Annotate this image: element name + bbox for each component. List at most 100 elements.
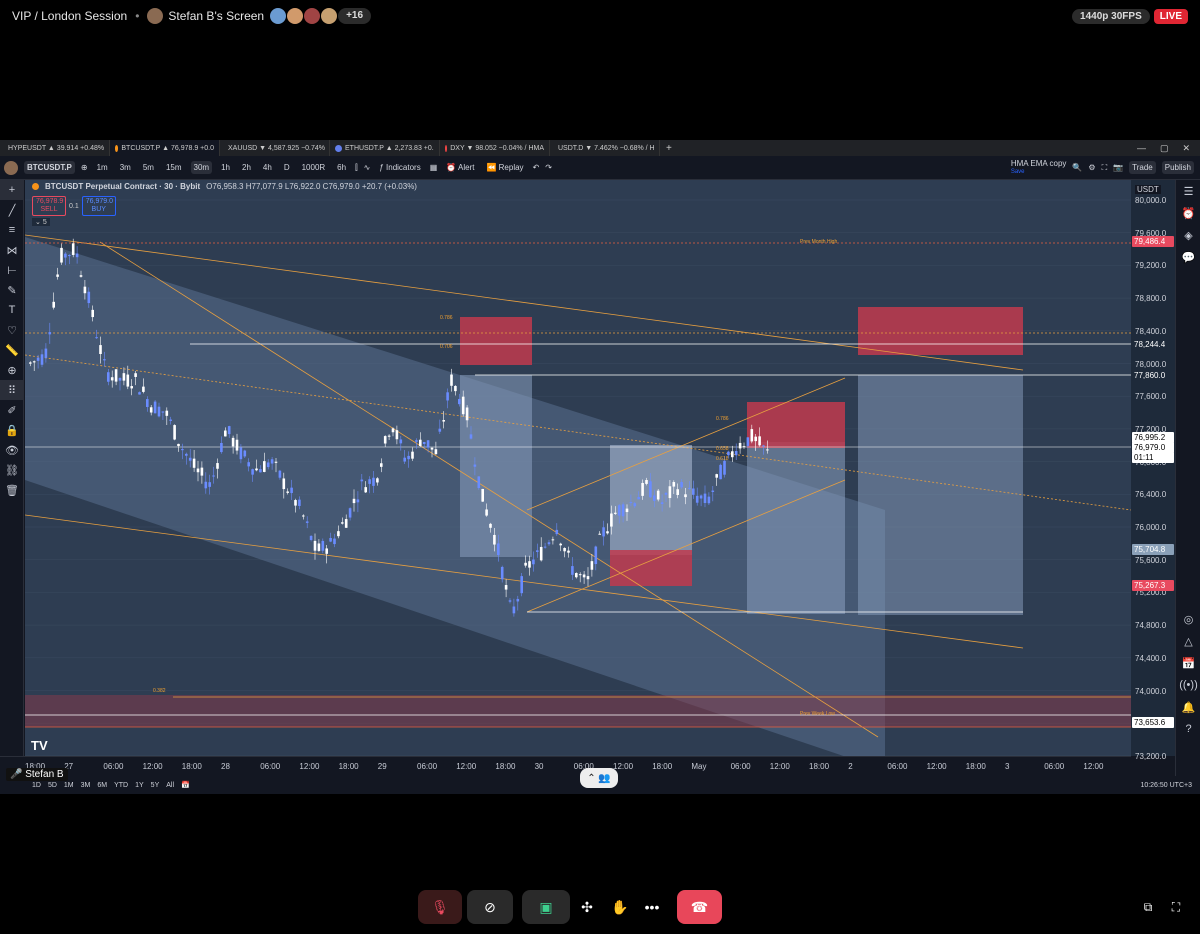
price-scale[interactable]: USDT 80,000.0 79,600.0 79,200.0 78,800.0 78,… [1131,180,1175,761]
tab-usdt-d[interactable]: USDT.D ▼ 7.462% −0.68% / H [550,140,660,156]
sell-button[interactable]: 76,978.9 SELL [32,196,66,216]
interval-1000r[interactable]: 1000R [299,161,329,174]
trash-icon[interactable]: 🗑 [0,480,24,500]
camera-toggle-button[interactable]: ⊘ [467,890,513,924]
share-screen-button[interactable]: ▣ [522,890,570,924]
candle-body [426,440,430,448]
brush-icon[interactable]: ✎ [0,280,24,300]
ideas-icon[interactable]: △ [1176,630,1200,652]
link-icon[interactable]: ⛓ [0,460,24,480]
chart-pane[interactable]: TV [25,180,1131,756]
candle-body [110,377,114,381]
range-ytd[interactable]: YTD [114,782,128,789]
range-all[interactable]: All [166,782,174,789]
window-minimize-icon[interactable]: — [1137,143,1146,154]
participant-avatars[interactable]: +16 [270,8,372,24]
window-close-icon[interactable]: ✕ [1182,143,1190,154]
interval-1m[interactable]: 1m [94,161,111,174]
compare-icon[interactable]: ⊕ [81,163,88,172]
prediction-icon[interactable]: ⊢ [0,260,24,280]
screen-share-reactions-button[interactable]: ⌃ 👥 [580,768,618,788]
watchlist-icon[interactable]: ☰ [1176,180,1200,202]
tab-dxy[interactable]: DXY ▼ 98.052 −0.04% / HMA [440,140,550,156]
candle-body [649,481,652,498]
notifications-icon[interactable]: 🔔 [1176,696,1200,718]
interval-1h[interactable]: 1h [218,161,233,174]
interval-30m[interactable]: 30m [190,161,213,174]
range-1m[interactable]: 1M [64,782,74,789]
layout-name[interactable]: HMA EMA copy Save [1011,159,1067,176]
mute-mic-button[interactable]: 🎙︎ [418,890,462,924]
trade-button[interactable]: Trade [1129,161,1156,174]
interval-2h[interactable]: 2h [239,161,254,174]
pattern-icon[interactable]: ⋈ [0,240,24,260]
target-icon[interactable]: ◎ [1176,608,1200,630]
zoom-icon[interactable]: ⊕ [0,360,24,380]
indicators-button[interactable]: ƒ Indicators [376,161,423,174]
range-box [610,445,692,555]
calendar-icon[interactable]: 📅 [1176,652,1200,674]
tab-xauusd[interactable]: XAUUSD ▼ 4,587.925 −0.74% [220,140,330,156]
alerts-icon[interactable]: ⏰ [1176,202,1200,224]
leave-call-button[interactable]: ☎ [677,890,722,924]
time-tick: 3 [1005,762,1010,771]
chat-icon[interactable]: 💬 [1176,246,1200,268]
window-maximize-icon[interactable]: ▢ [1160,143,1169,154]
indicator-toggle[interactable]: ⌄ 5 [32,218,50,226]
stream-icon[interactable]: ((•)) [1176,674,1200,696]
buy-button[interactable]: 76,979.0 BUY [81,196,116,216]
range-5y[interactable]: 5Y [151,782,160,789]
publish-button[interactable]: Publish [1161,161,1194,174]
magnet-icon[interactable]: ⠿ [0,380,24,400]
trendline-icon[interactable]: ╱ [0,200,24,220]
more-options-icon[interactable]: ••• [637,890,667,924]
interval-5m[interactable]: 5m [140,161,157,174]
interval-15m[interactable]: 15m [163,161,185,174]
settings-icon[interactable]: ⚙ [1088,163,1095,172]
tab-btcusdt[interactable]: BTCUSDT.P ▲ 76,978.9 +0.0 [110,140,220,156]
eye-icon[interactable]: 👁 [0,440,24,460]
range-5d[interactable]: 5D [48,782,57,789]
alert-button[interactable]: ⏰ Alert [443,161,477,174]
interval-d[interactable]: D [281,161,293,174]
fullscreen-icon[interactable]: ⛶ [1102,163,1108,173]
lock-icon[interactable]: 🔒 [0,420,24,440]
undo-icon[interactable]: ↶ [533,163,540,172]
heart-icon[interactable]: ♡ [0,320,24,340]
replay-button[interactable]: ⏪ Replay [483,161,526,174]
avatar[interactable] [4,160,18,175]
price-tick: 74,800.0 [1135,621,1167,631]
tab-ethusdt[interactable]: ETHUSDT.P ▲ 2,273.83 +0. [330,140,440,156]
layers-icon[interactable]: ◈ [1176,224,1200,246]
range-1d[interactable]: 1D [32,782,41,789]
redo-icon[interactable]: ↷ [545,163,552,172]
raise-hand-icon[interactable]: ✋ [606,890,634,924]
range-3m[interactable]: 3M [81,782,91,789]
symbol-search[interactable]: BTCUSDT.P [24,161,75,174]
interval-6h[interactable]: 6h [334,161,349,174]
tab-hypeusdt[interactable]: HYPEUSDT ▲ 39.914 +0.48% [0,140,110,156]
fib-label: 0.786 [716,416,729,422]
fullscreen-toggle-icon[interactable]: ⛶ [1166,890,1186,924]
search-icon[interactable]: 🔍 [1072,163,1082,172]
line-tool-icon[interactable]: ∿ [364,163,371,172]
ruler-icon[interactable]: 📏 [0,340,24,360]
time-axis[interactable]: 18:00 27 06:00 12:00 18:00 28 06:00 12:00 18:00 2… [0,756,1131,776]
popout-icon[interactable]: ⧉ [1138,890,1158,924]
crosshair-icon[interactable]: + [0,180,24,200]
range-1y[interactable]: 1Y [135,782,144,789]
help-icon[interactable]: ? [1176,718,1200,740]
activities-icon[interactable]: ✣ [575,890,599,924]
candle-body [578,574,582,576]
interval-3m[interactable]: 3m [117,161,134,174]
range-6m[interactable]: 6M [97,782,107,789]
camera-icon[interactable]: 📷 [1113,163,1123,172]
interval-4h[interactable]: 4h [260,161,275,174]
calendar-range-icon[interactable]: 📅 [181,781,190,789]
layout-grid-icon[interactable]: ▦ [430,163,438,172]
candle-type-icon[interactable]: ⫿ [355,163,358,173]
fib-tool-icon[interactable]: ≡ [0,220,24,240]
draw-mode-icon[interactable]: ✐ [0,400,24,420]
add-tab-icon[interactable]: + [660,143,678,154]
text-tool-icon[interactable]: T [0,300,24,320]
